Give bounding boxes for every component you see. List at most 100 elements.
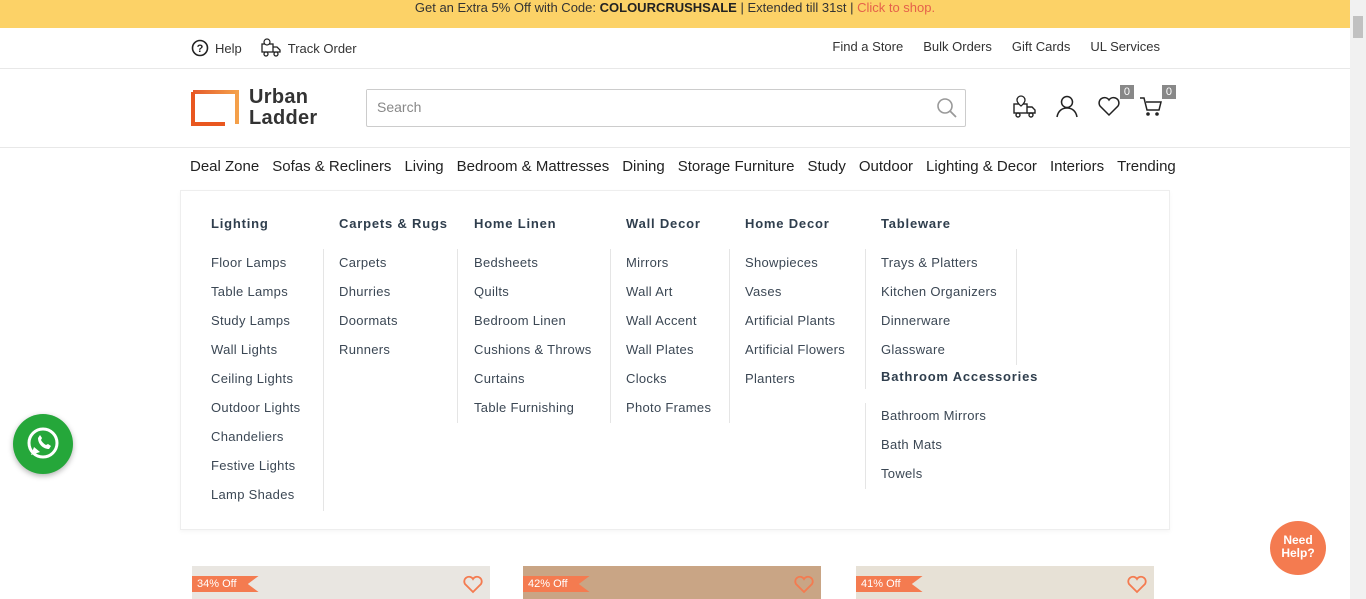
scrollbar[interactable] (1350, 0, 1366, 599)
cart-button[interactable]: 0 (1138, 85, 1176, 119)
svg-text:?: ? (197, 43, 204, 55)
menu-item[interactable]: Bedroom Linen (474, 313, 592, 342)
help-label: Help (215, 40, 242, 56)
whatsapp-button[interactable] (13, 414, 73, 474)
nav-living[interactable]: Living (404, 158, 443, 175)
bulk-orders-link[interactable]: Bulk Orders (923, 39, 992, 54)
menu-heading-home-decor[interactable]: Home Decor (745, 216, 830, 231)
menu-item[interactable]: Chandeliers (211, 429, 300, 458)
column-divider (610, 249, 611, 423)
nav-dining[interactable]: Dining (622, 158, 665, 175)
site-header: Urban Ladder 0 0 (0, 69, 1350, 148)
ul-services-link[interactable]: UL Services (1090, 39, 1160, 54)
menu-item[interactable]: Cushions & Throws (474, 342, 592, 371)
menu-item[interactable]: Ceiling Lights (211, 371, 300, 400)
menu-item[interactable]: Table Lamps (211, 284, 300, 313)
nav-trending[interactable]: Trending (1117, 158, 1176, 175)
column-divider (865, 403, 866, 489)
menu-item[interactable]: Clocks (626, 371, 711, 400)
menu-item[interactable]: Lamp Shades (211, 487, 300, 516)
search-box[interactable] (366, 89, 966, 127)
column-divider (1016, 249, 1017, 365)
main-nav: Deal Zone Sofas & Recliners Living Bedro… (190, 158, 1189, 175)
menu-item[interactable]: Vases (745, 284, 845, 313)
menu-item[interactable]: Trays & Platters (881, 255, 997, 284)
wishlist-button[interactable]: 0 (1096, 85, 1134, 119)
menu-item[interactable]: Photo Frames (626, 400, 711, 429)
menu-item[interactable]: Planters (745, 371, 845, 400)
product-card[interactable]: 34% Off (192, 566, 490, 599)
nav-sofas-recliners[interactable]: Sofas & Recliners (272, 158, 391, 175)
discount-badge: 42% Off (523, 576, 590, 592)
menu-item[interactable]: Floor Lamps (211, 255, 300, 284)
need-help-button[interactable]: Need Help? (1270, 521, 1326, 575)
nav-interiors[interactable]: Interiors (1050, 158, 1104, 175)
menu-heading-wall-decor[interactable]: Wall Decor (626, 216, 701, 231)
track-order-label: Track Order (287, 40, 357, 56)
menu-item[interactable]: Dinnerware (881, 313, 997, 342)
menu-item[interactable]: Towels (881, 466, 986, 495)
column-divider (729, 249, 730, 423)
menu-item[interactable]: Doormats (339, 313, 398, 342)
whatsapp-icon (27, 427, 59, 459)
menu-item[interactable]: Carpets (339, 255, 398, 284)
menu-item[interactable]: Curtains (474, 371, 592, 400)
wishlist-heart-icon[interactable] (462, 574, 484, 594)
menu-item[interactable]: Wall Plates (626, 342, 711, 371)
menu-item[interactable]: Dhurries (339, 284, 398, 313)
menu-item[interactable]: Wall Art (626, 284, 711, 313)
menu-item[interactable]: Study Lamps (211, 313, 300, 342)
discount-badge: 41% Off (856, 576, 923, 592)
menu-heading-bathroom-accessories[interactable]: Bathroom Accessories (881, 369, 1038, 384)
menu-item[interactable]: Mirrors (626, 255, 711, 284)
menu-item[interactable]: Wall Lights (211, 342, 300, 371)
menu-item[interactable]: Artificial Flowers (745, 342, 845, 371)
logo-text-urban: Urban (249, 86, 309, 108)
menu-item[interactable]: Quilts (474, 284, 592, 313)
account-button[interactable] (1054, 93, 1080, 119)
nav-bedroom-mattresses[interactable]: Bedroom & Mattresses (457, 158, 610, 175)
menu-item[interactable]: Bath Mats (881, 437, 986, 466)
column-divider (323, 249, 324, 511)
menu-item[interactable]: Glassware (881, 342, 997, 371)
menu-item[interactable]: Outdoor Lights (211, 400, 300, 429)
menu-item[interactable]: Table Furnishing (474, 400, 592, 429)
mega-menu-lighting-decor: Lighting Floor Lamps Table Lamps Study L… (180, 190, 1170, 530)
menu-item[interactable]: Bathroom Mirrors (881, 408, 986, 437)
nav-lighting-decor[interactable]: Lighting & Decor (926, 158, 1037, 175)
search-input[interactable] (367, 90, 927, 124)
nav-storage-furniture[interactable]: Storage Furniture (678, 158, 795, 175)
product-card[interactable]: 42% Off (523, 566, 821, 599)
menu-item[interactable]: Runners (339, 342, 398, 371)
menu-item[interactable]: Artificial Plants (745, 313, 845, 342)
track-order-link[interactable]: Track Order (260, 38, 357, 58)
store-locator-button[interactable] (1012, 93, 1038, 119)
scrollbar-thumb[interactable] (1353, 16, 1363, 38)
search-icon[interactable] (935, 96, 959, 120)
gift-cards-link[interactable]: Gift Cards (1012, 39, 1071, 54)
find-store-link[interactable]: Find a Store (832, 39, 903, 54)
menu-heading-tableware[interactable]: Tableware (881, 216, 951, 231)
promo-banner[interactable]: Get an Extra 5% Off with Code: COLOURCRU… (0, 0, 1350, 28)
menu-item[interactable]: Festive Lights (211, 458, 300, 487)
menu-heading-home-linen[interactable]: Home Linen (474, 216, 556, 231)
menu-heading-carpets[interactable]: Carpets & Rugs (339, 216, 448, 231)
cart-count-badge: 0 (1161, 85, 1176, 99)
menu-item[interactable]: Showpieces (745, 255, 845, 284)
help-link[interactable]: ? Help (191, 39, 242, 57)
column-divider (457, 249, 458, 423)
menu-item[interactable]: Wall Accent (626, 313, 711, 342)
nav-study[interactable]: Study (807, 158, 845, 175)
promo-cta-link[interactable]: Click to shop. (857, 0, 935, 15)
wishlist-heart-icon[interactable] (1126, 574, 1148, 594)
product-card[interactable]: 41% Off (856, 566, 1154, 599)
menu-item[interactable]: Kitchen Organizers (881, 284, 997, 313)
truck-icon (261, 38, 281, 57)
nav-outdoor[interactable]: Outdoor (859, 158, 913, 175)
wishlist-heart-icon[interactable] (793, 574, 815, 594)
logo[interactable]: Urban Ladder (191, 87, 317, 129)
promo-text: Get an Extra 5% Off with Code: (414, 0, 600, 15)
nav-deal-zone[interactable]: Deal Zone (190, 158, 259, 175)
menu-item[interactable]: Bedsheets (474, 255, 592, 284)
menu-heading-lighting[interactable]: Lighting (211, 216, 269, 231)
